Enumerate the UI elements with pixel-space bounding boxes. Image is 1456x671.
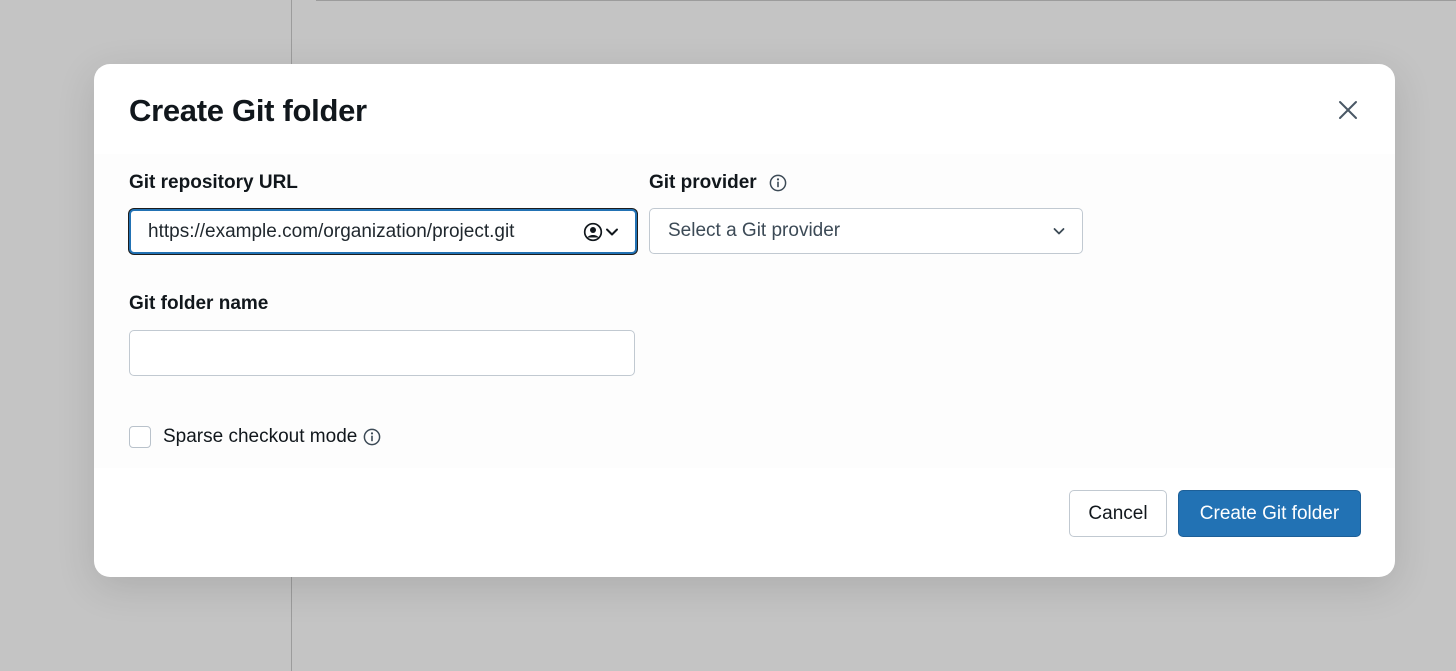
git-provider-select[interactable]: Select a Git provider: [649, 208, 1083, 254]
folder-name-input[interactable]: [129, 330, 635, 376]
sparse-checkout-checkbox[interactable]: [129, 426, 151, 448]
create-git-folder-dialog: Create Git folder Git repository URL htt…: [94, 64, 1395, 577]
repo-url-label-text: Git repository URL: [129, 172, 298, 193]
info-icon: [363, 428, 381, 446]
git-provider-placeholder: Select a Git provider: [668, 220, 841, 241]
git-provider-chevron: [1052, 226, 1066, 236]
sparse-checkout-info-button[interactable]: [363, 428, 381, 446]
credential-menu-button[interactable]: [583, 222, 619, 242]
background-divider-horizontal: [316, 0, 1456, 1]
folder-name-label-text: Git folder name: [129, 293, 269, 314]
sparse-checkout-label-text: Sparse checkout mode: [163, 426, 358, 447]
git-provider-label: Git provider: [649, 171, 787, 195]
git-provider-info-button[interactable]: [769, 174, 787, 192]
repo-url-label: Git repository URL: [129, 171, 298, 195]
repo-url-value: https://example.com/organization/project…: [148, 220, 515, 242]
folder-name-label: Git folder name: [129, 292, 268, 316]
dialog-title: Create Git folder: [129, 93, 367, 128]
close-icon: [1339, 101, 1357, 119]
user-circle-icon: [583, 222, 603, 241]
info-icon: [769, 174, 787, 192]
repo-url-input[interactable]: https://example.com/organization/project…: [129, 209, 637, 254]
create-git-folder-button[interactable]: Create Git folder: [1178, 490, 1361, 537]
dialog-body: [94, 154, 1395, 468]
git-provider-label-text: Git provider: [649, 172, 757, 193]
sparse-checkout-label[interactable]: Sparse checkout mode: [163, 425, 381, 449]
chevron-down-icon: [606, 228, 618, 235]
cancel-button[interactable]: Cancel: [1069, 490, 1167, 537]
close-button[interactable]: [1332, 94, 1364, 126]
chevron-down-icon: [1053, 228, 1065, 235]
